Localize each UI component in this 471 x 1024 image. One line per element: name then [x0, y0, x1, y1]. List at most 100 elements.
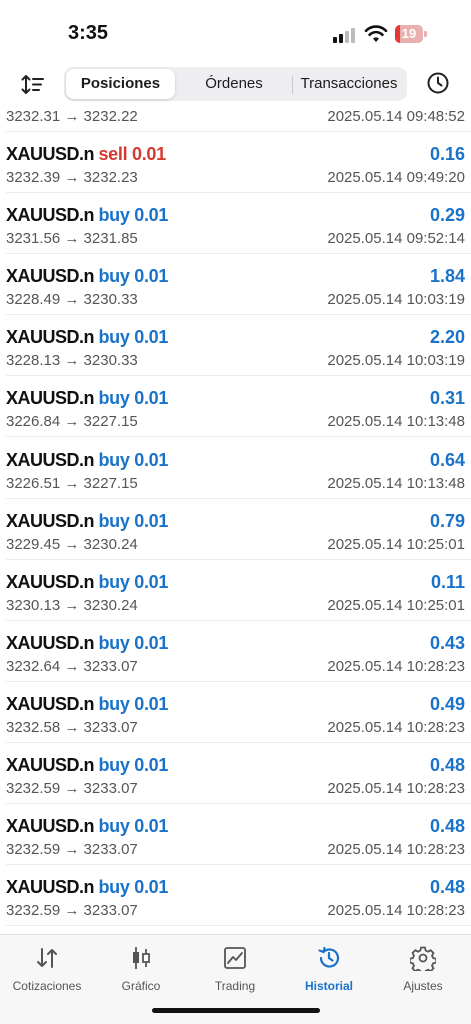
price-open-close: 3232.31 → 3232.22 — [6, 108, 138, 125]
trade-datetime: 2025.05.14 09:49:20 — [327, 169, 465, 186]
trade-profit: 2.20 — [429, 327, 465, 348]
trade-symbol: XAUUSD.n — [6, 266, 95, 287]
trade-datetime: 2025.05.14 10:13:48 — [327, 413, 465, 431]
trade-datetime: 2025.05.14 10:28:23 — [327, 780, 465, 797]
trade-row[interactable]: XAUUSD.n buy 0.01 0.31 3226.84 → 3227.15 20… — [0, 376, 471, 438]
trade-profit: 1.84 — [429, 266, 465, 287]
price-open-close: 3230.13 → 3230.24 — [6, 596, 138, 614]
status-time: 3:35 — [68, 22, 109, 44]
trade-profit: 0.29 — [429, 205, 465, 226]
tab-label: Ajustes — [403, 979, 443, 993]
trade-symbol: XAUUSD.n — [6, 632, 95, 653]
sort-icon[interactable] — [20, 72, 46, 98]
tab-history[interactable]: Historial — [282, 945, 376, 993]
clock-icon[interactable] — [426, 71, 450, 95]
trade-row[interactable]: XAUUSD.n buy 0.01 0.79 3229.45 → 3230.24 20… — [0, 499, 471, 560]
tab-label: Cotizaciones — [12, 979, 82, 993]
quotes-arrows-icon — [0, 945, 94, 971]
trade-side-volume: buy 0.01 — [98, 571, 169, 592]
trade-row[interactable]: XAUUSD.n buy 0.01 2.20 3228.13 → 3230.33 20… — [0, 315, 471, 377]
trade-row[interactable]: XAUUSD.n buy 0.01 0.48 3232.59 → 3233.07 20… — [0, 743, 471, 804]
trade-datetime: 2025.05.14 10:03:19 — [327, 352, 465, 370]
trade-row[interactable]: XAUUSD.n buy 0.01 0.64 3226.51 → 3227.15 20… — [0, 438, 471, 499]
trade-profit: 0.11 — [430, 571, 465, 592]
trade-profit: 0.49 — [429, 693, 465, 714]
trade-symbol: XAUUSD.n — [6, 388, 95, 409]
tab-orders[interactable]: Órdenes — [177, 69, 291, 99]
tab-transactions[interactable]: Transacciones — [293, 69, 405, 99]
tab-settings[interactable]: Ajustes — [376, 945, 470, 993]
trade-row[interactable]: XAUUSD.n buy 0.01 0.49 3232.58 → 3233.07 20… — [0, 682, 471, 743]
trade-datetime: 2025.05.14 10:25:01 — [327, 535, 465, 553]
trade-symbol: XAUUSD.n — [6, 205, 95, 226]
home-indicator[interactable] — [152, 1008, 320, 1013]
trade-profit: 0.79 — [429, 510, 465, 531]
price-open-close: 3226.84 → 3227.15 — [6, 413, 138, 431]
tab-quotes[interactable]: Cotizaciones — [0, 945, 94, 993]
trade-row[interactable]: XAUUSD.n buy 0.01 0.48 3232.59 → 3233.07 20… — [0, 865, 471, 927]
trade-row[interactable]: XAUUSD.n sell 0.01 0.16 3232.39 → 3232.23 2… — [0, 132, 471, 193]
trade-profit: 0.31 — [429, 388, 465, 409]
trade-row[interactable]: XAUUSD.n buy 0.01 1.84 3228.49 → 3230.33 20… — [0, 254, 471, 316]
trade-symbol: XAUUSD.n — [6, 510, 95, 531]
price-open-close: 3232.59 → 3233.07 — [6, 841, 138, 859]
trade-side-volume: buy 0.01 — [98, 327, 169, 348]
trade-profit: 0.16 — [429, 144, 465, 164]
tab-label: Trading — [214, 979, 256, 993]
row-divider — [6, 925, 471, 927]
trade-profit: 0.48 — [429, 877, 465, 898]
trade-datetime: 2025.05.14 10:28:23 — [327, 841, 465, 859]
tab-label: Gráfico — [121, 979, 161, 993]
trade-row[interactable]: XAUUSD.n buy 0.01 0.48 3232.59 → 3233.07 20… — [0, 804, 471, 866]
tab-positions[interactable]: Posiciones — [66, 69, 175, 99]
trade-profit: 0.48 — [429, 816, 465, 837]
price-open-close: 3228.13 → 3230.33 — [6, 352, 138, 370]
trade-symbol: XAUUSD.n — [6, 449, 95, 470]
trade-profit: 0.48 — [429, 755, 465, 775]
trade-side-volume: buy 0.01 — [98, 266, 169, 287]
price-open-close: 3232.64 → 3233.07 — [6, 657, 138, 675]
battery-icon: 19 — [395, 25, 427, 43]
history-segmented-control: Posiciones Órdenes Transacciones — [64, 67, 407, 101]
trade-datetime: 2025.05.14 10:03:19 — [327, 291, 465, 309]
history-icon — [282, 945, 376, 971]
trade-side-volume: buy 0.01 — [98, 510, 169, 531]
settings-gear-icon — [376, 945, 470, 971]
price-open-close: 3232.58 → 3233.07 — [6, 718, 138, 736]
trade-history-list[interactable]: 3232.31 → 3232.22 2025.05.14 09:48:52 XA… — [0, 104, 471, 934]
list-item[interactable]: 3232.31 → 3232.22 2025.05.14 09:48:52 — [0, 104, 471, 132]
candlestick-chart-icon — [94, 945, 188, 971]
trade-row[interactable]: XAUUSD.n buy 0.01 0.29 3231.56 → 3231.85 20… — [0, 193, 471, 255]
trade-symbol: XAUUSD.n — [6, 144, 95, 164]
trade-symbol: XAUUSD.n — [6, 571, 95, 592]
trade-datetime: 2025.05.14 10:25:01 — [327, 596, 465, 614]
price-open-close: 3232.39 → 3232.23 — [6, 169, 138, 186]
price-open-close: 3231.56 → 3231.85 — [6, 230, 138, 248]
trade-side-volume: buy 0.01 — [98, 693, 169, 714]
price-open-close: 3228.49 → 3230.33 — [6, 291, 138, 309]
wifi-icon — [364, 24, 388, 44]
trade-profit: 0.43 — [429, 632, 465, 653]
trade-profit: 0.64 — [429, 449, 465, 470]
trading-chart-icon — [188, 945, 282, 971]
price-open-close: 3232.59 → 3233.07 — [6, 780, 138, 797]
price-open-close: 3232.59 → 3233.07 — [6, 902, 138, 920]
trade-side-volume: buy 0.01 — [98, 388, 169, 409]
tab-trading[interactable]: Trading — [188, 945, 282, 993]
trade-datetime: 2025.05.14 10:28:23 — [327, 902, 465, 920]
trade-side-volume: buy 0.01 — [98, 877, 169, 898]
trade-datetime: 2025.05.14 10:13:48 — [327, 474, 465, 492]
trade-side-volume: buy 0.01 — [98, 449, 169, 470]
trade-row[interactable]: XAUUSD.n buy 0.01 0.11 3230.13 → 3230.24 20… — [0, 560, 471, 621]
price-open-close: 3226.51 → 3227.15 — [6, 474, 138, 492]
status-bar: 3:35 19 — [0, 0, 471, 64]
battery-percent: 19 — [401, 26, 417, 41]
trade-symbol: XAUUSD.n — [6, 693, 95, 714]
tab-label: Historial — [304, 979, 353, 993]
price-open-close: 3229.45 → 3230.24 — [6, 535, 138, 553]
tab-chart[interactable]: Gráfico — [94, 945, 188, 993]
trade-side-volume: sell 0.01 — [98, 144, 166, 164]
trade-row[interactable]: XAUUSD.n buy 0.01 0.43 3232.64 → 3233.07 20… — [0, 621, 471, 682]
trade-side-volume: buy 0.01 — [98, 755, 169, 775]
trade-datetime: 2025.05.14 10:28:23 — [327, 657, 465, 675]
